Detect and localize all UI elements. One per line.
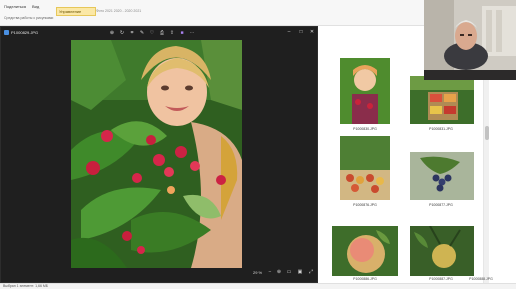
ribbon-tab-view[interactable]: Вид <box>32 4 39 9</box>
maximize-button[interactable]: □ <box>297 28 305 36</box>
scrollbar-thumb[interactable] <box>485 126 489 140</box>
webcam-video <box>424 0 516 80</box>
thumbnail-blue-berries[interactable] <box>410 152 474 200</box>
photos-app-icon <box>4 30 9 35</box>
close-button[interactable]: ✕ <box>308 28 316 36</box>
ribbon-tab-manage[interactable]: Управление <box>56 7 96 16</box>
thumbnail-label: P1000877.JPG <box>429 203 453 207</box>
more-icon[interactable]: ⋯ <box>189 30 195 36</box>
status-text: Выбран 1 элемент: 1,66 МБ <box>3 284 49 288</box>
ribbon-tab-share[interactable]: Поделиться <box>4 4 26 9</box>
bottom-file-label: P1000888.JPG <box>469 277 493 281</box>
minimize-button[interactable]: – <box>285 28 293 36</box>
ribbon-path-hint: Фото 2021 2020 - 2020 2021 <box>96 9 142 13</box>
photo-viewer-window[interactable]: P1000829.JPG ⊕ ↻ ⌗ ✎ ♡ ⎙ ⇪ ■ ⋯ – □ ✕ 29 … <box>0 26 318 283</box>
viewer-title: P1000829.JPG <box>11 30 39 35</box>
thumbnail-pear[interactable] <box>410 226 474 276</box>
zoom-in-icon[interactable]: ⊕ <box>276 269 282 275</box>
edit-icon[interactable]: ✎ <box>139 30 145 36</box>
explorer-status-bar: Выбран 1 элемент: 1,66 МБ <box>0 283 516 289</box>
thumbnail-girl-raspberries[interactable] <box>340 58 390 124</box>
zoom-in-icon[interactable]: ⊕ <box>109 30 115 36</box>
explorer-scrollbar[interactable] <box>483 48 489 283</box>
bottom-file-label: P1000886.JPG <box>353 277 377 281</box>
filmstrip-icon[interactable]: ▣ <box>297 269 303 275</box>
thumbnail-apple[interactable] <box>332 226 398 276</box>
ribbon-subtitle: Средства работы с рисунками <box>4 16 54 20</box>
rotate-icon[interactable]: ↻ <box>119 30 125 36</box>
zoom-out-icon[interactable]: − <box>267 269 273 275</box>
thumbnail-label: P1000830.JPG <box>353 127 377 131</box>
thumbnail-label: P1000831.JPG <box>429 127 453 131</box>
explorer-ribbon: Поделиться Вид Управление Фото 2021 2020… <box>0 0 424 26</box>
fullscreen-icon[interactable]: ⤢ <box>308 269 314 275</box>
thumbnail-berry-bowl[interactable] <box>340 136 390 200</box>
app-icon[interactable]: ■ <box>179 30 185 36</box>
explorer-far-pane <box>489 48 516 283</box>
thumbnail-garden-crates[interactable] <box>410 76 474 124</box>
crop-icon[interactable]: ⌗ <box>129 30 135 36</box>
actual-size-icon[interactable]: ▭ <box>286 269 292 275</box>
desktop: Поделиться Вид Управление Фото 2021 2020… <box>0 0 516 289</box>
thumbnail-label: P1000876.JPG <box>353 203 377 207</box>
share-icon[interactable]: ⇪ <box>169 30 175 36</box>
viewer-toolbar: ⊕ ↻ ⌗ ✎ ♡ ⎙ ⇪ ■ ⋯ <box>109 29 195 37</box>
zoom-level: 29 % <box>253 270 263 275</box>
main-photo <box>71 40 242 268</box>
favorite-icon[interactable]: ♡ <box>149 30 155 36</box>
print-icon[interactable]: ⎙ <box>159 30 165 36</box>
